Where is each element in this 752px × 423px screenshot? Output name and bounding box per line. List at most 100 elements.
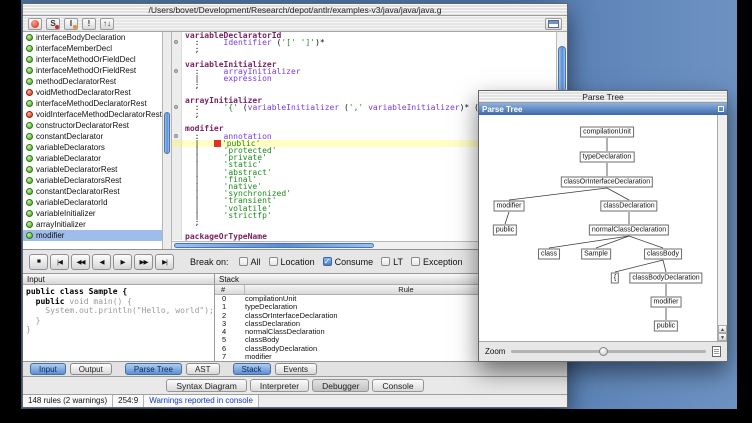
rule-list-item[interactable]: interfaceMethodDeclaratorRest bbox=[23, 98, 162, 109]
breakpoint-dot-icon[interactable] bbox=[174, 69, 178, 73]
fast-forward-button[interactable]: ▶▶ bbox=[134, 254, 153, 270]
panel-tab-ast[interactable]: AST bbox=[186, 363, 220, 375]
toggle-panel-button[interactable] bbox=[545, 18, 562, 30]
view-tab-interpreter[interactable]: Interpreter bbox=[250, 379, 309, 392]
parse-tree-node[interactable]: public bbox=[493, 225, 517, 236]
detach-checkbox-icon[interactable] bbox=[718, 106, 724, 112]
view-tab-syntax-diagram[interactable]: Syntax Diagram bbox=[166, 379, 246, 392]
tree-scroll-down-icon[interactable]: ▼ bbox=[718, 333, 727, 341]
breakpoint-dot-icon[interactable] bbox=[174, 105, 178, 109]
parse-tree-node[interactable]: public bbox=[654, 321, 678, 332]
main-window-titlebar[interactable]: /Users/bovet/Development/Research/depot/… bbox=[23, 4, 567, 16]
error-indicator-button[interactable] bbox=[28, 18, 42, 30]
panel-tab-stack[interactable]: Stack bbox=[233, 363, 271, 375]
break-checkbox-exception[interactable]: Exception bbox=[411, 257, 463, 267]
tree-scroll-up-icon[interactable]: ▲ bbox=[718, 325, 727, 333]
parse-tree-node[interactable]: class bbox=[538, 249, 560, 260]
rule-list-item[interactable]: interfaceMethodOrFieldRest bbox=[23, 65, 162, 76]
parse-tree-panel-header[interactable]: Parse Tree bbox=[479, 103, 727, 115]
parse-tree-node[interactable]: classBody bbox=[644, 249, 682, 260]
editor-gutter-cell bbox=[172, 32, 182, 39]
editor-line[interactable]: ; bbox=[172, 82, 556, 89]
check-grammar-button[interactable]: ! bbox=[82, 18, 96, 30]
rule-scrollbar-thumb[interactable] bbox=[164, 112, 170, 154]
editor-line[interactable]: | expression bbox=[172, 75, 556, 82]
rule-list-item[interactable]: constantDeclarator bbox=[23, 131, 162, 142]
rule-list-item[interactable]: variableDeclaratorId bbox=[23, 197, 162, 208]
code-segment: variableInitializer bbox=[368, 103, 460, 112]
parse-tree-node[interactable]: compilationUnit bbox=[580, 127, 634, 138]
rule-list-item[interactable]: arrayInitializer bbox=[23, 219, 162, 230]
editor-line[interactable]: : Identifier ('[' ']')* bbox=[172, 39, 556, 46]
rule-list-item[interactable]: interfaceBodyDeclaration bbox=[23, 32, 162, 43]
zoom-bar: Zoom bbox=[479, 341, 727, 361]
editor-gutter-cell bbox=[172, 125, 182, 132]
parse-tree-node[interactable]: classDeclaration bbox=[600, 201, 657, 212]
rule-list-item[interactable]: methodDeclaratorRest bbox=[23, 76, 162, 87]
parse-tree-node[interactable]: normalClassDeclaration bbox=[589, 225, 669, 236]
checkbox-icon[interactable] bbox=[411, 257, 420, 266]
editor-hscrollbar-thumb[interactable] bbox=[174, 243, 374, 248]
parse-tree-window-titlebar[interactable]: Parse Tree bbox=[479, 91, 727, 103]
fast-rewind-button[interactable]: ◀◀ bbox=[71, 254, 90, 270]
view-tab-console[interactable]: Console bbox=[372, 379, 423, 392]
sort-rules-button[interactable]: ↑↓ bbox=[100, 18, 114, 30]
rule-list-item[interactable]: variableDeclaratorRest bbox=[23, 164, 162, 175]
rule-list-item[interactable]: constantDeclaratorRest bbox=[23, 186, 162, 197]
panel-tab-input[interactable]: Input bbox=[30, 363, 66, 375]
input-lines[interactable]: public class Sample { public void main()… bbox=[23, 285, 214, 361]
goto-start-button[interactable]: |◀ bbox=[50, 254, 69, 270]
break-checkbox-lt[interactable]: LT bbox=[381, 257, 403, 267]
breakpoint-dot-icon[interactable] bbox=[174, 134, 178, 138]
rule-ok-icon bbox=[26, 221, 33, 228]
interpreter-button[interactable]: I bbox=[64, 18, 78, 30]
zoom-slider-thumb[interactable] bbox=[599, 347, 608, 356]
rule-label: interfaceMethodOrFieldRest bbox=[36, 66, 136, 75]
checkbox-icon[interactable]: ✓ bbox=[323, 257, 332, 266]
zoom-slider[interactable] bbox=[511, 350, 706, 353]
rule-label: interfaceMethodDeclaratorRest bbox=[36, 99, 147, 108]
stop-button[interactable]: ■ bbox=[29, 254, 48, 270]
rule-list-item[interactable]: interfaceMethodOrFieldDecl bbox=[23, 54, 162, 65]
parse-tree-node[interactable]: classBodyDeclaration bbox=[629, 273, 702, 284]
parse-tree-node[interactable]: { bbox=[611, 273, 619, 284]
panel-tab-output[interactable]: Output bbox=[70, 363, 112, 375]
rule-list-item[interactable]: variableDeclarator bbox=[23, 153, 162, 164]
break-checkbox-consume[interactable]: ✓Consume bbox=[323, 257, 374, 267]
rule-list-item[interactable]: variableDeclarators bbox=[23, 142, 162, 153]
rule-list-item[interactable]: variableInitializer bbox=[23, 208, 162, 219]
view-tab-debugger[interactable]: Debugger bbox=[312, 379, 369, 392]
checkbox-icon[interactable] bbox=[381, 257, 390, 266]
rule-list-item[interactable]: modifier bbox=[23, 230, 162, 241]
syntax-diagram-button[interactable]: S bbox=[46, 18, 60, 30]
breakpoint-dot-icon[interactable] bbox=[174, 40, 178, 44]
break-checkbox-all[interactable]: All bbox=[239, 257, 261, 267]
window-panel-icon bbox=[548, 20, 559, 28]
input-line: } bbox=[23, 316, 214, 326]
rule-list-item[interactable]: voidInterfaceMethodDeclaratorRest bbox=[23, 109, 162, 120]
rule-list-item[interactable]: interfaceMemberDecl bbox=[23, 43, 162, 54]
parse-tree-node[interactable]: Sample bbox=[581, 249, 611, 260]
rule-list-item[interactable]: voidMethodDeclaratorRest bbox=[23, 87, 162, 98]
editor-vscrollbar-thumb[interactable] bbox=[558, 46, 566, 92]
parse-tree-node[interactable]: modifier bbox=[494, 201, 525, 212]
parse-tree-node[interactable]: modifier bbox=[651, 297, 682, 308]
export-icon[interactable] bbox=[712, 346, 721, 357]
parse-tree-node[interactable]: classOrInterfaceDeclaration bbox=[561, 177, 653, 188]
checkbox-icon[interactable] bbox=[239, 257, 248, 266]
rule-list-scrollbar[interactable] bbox=[163, 32, 172, 249]
step-forward-button[interactable]: ▶ bbox=[113, 254, 132, 270]
parse-tree-scrollbar[interactable]: ▲ ▼ bbox=[717, 115, 727, 341]
rule-list-item[interactable]: variableDeclaratorsRest bbox=[23, 175, 162, 186]
editor-line[interactable]: ; bbox=[172, 46, 556, 53]
panel-tab-events[interactable]: Events bbox=[275, 363, 317, 375]
panel-tab-parse-tree[interactable]: Parse Tree bbox=[125, 363, 182, 375]
debug-buttons: ■|◀◀◀◀▶▶▶▶| bbox=[29, 254, 174, 270]
parse-tree-node[interactable]: typeDeclaration bbox=[580, 152, 635, 163]
step-backward-button[interactable]: ◀ bbox=[92, 254, 111, 270]
rule-list-item[interactable]: constructorDeclaratorRest bbox=[23, 120, 162, 131]
rule-label: voidMethodDeclaratorRest bbox=[36, 88, 131, 97]
goto-end-button[interactable]: ▶| bbox=[155, 254, 174, 270]
break-checkbox-location[interactable]: Location bbox=[269, 257, 315, 267]
checkbox-icon[interactable] bbox=[269, 257, 278, 266]
